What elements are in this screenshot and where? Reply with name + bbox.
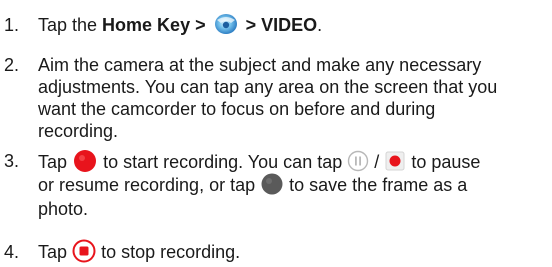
step-text: to stop recording.	[101, 242, 241, 262]
step-line: Tap the Home Key > > VIDEO.	[38, 14, 546, 36]
step-line: or resume recording, or tap to save the …	[38, 172, 546, 198]
step-number: 3.	[4, 151, 20, 171]
step-line: photo.	[38, 199, 89, 219]
step-text: Tap	[38, 151, 68, 172]
step-body: Tap to stop recording.	[38, 239, 546, 263]
step-number: 1.	[4, 15, 20, 35]
step-number: 2.	[4, 55, 20, 75]
step-body: Aim the camera at the subject and make a…	[38, 54, 546, 142]
step-text: Tap the	[38, 15, 103, 35]
step-body: Tap the Home Key > > VIDEO.	[38, 14, 546, 36]
step-body: Tap to start recording. You can tap / to…	[38, 150, 546, 222]
record-icon	[72, 148, 98, 174]
step-text: Tap	[38, 242, 68, 262]
stop-icon	[72, 239, 96, 263]
pause-icon	[347, 150, 369, 172]
snapshot-icon	[260, 172, 284, 196]
resume-icon	[384, 150, 406, 172]
step-line: want the camcorder to focus on before an…	[38, 99, 436, 119]
camera-app-icon	[211, 12, 241, 36]
step-text: or resume recording, or tap	[38, 175, 256, 195]
step-line: Tap to start recording. You can tap / to…	[38, 150, 546, 174]
step-text-end: .	[317, 15, 323, 35]
step-line: recording.	[38, 121, 119, 141]
step-number: 4.	[4, 242, 20, 262]
step-text: to start recording. You can tap	[103, 151, 343, 172]
video-label: > VIDEO	[245, 15, 318, 35]
home-key-label: Home Key >	[102, 15, 206, 35]
step-line: adjustments. You can tap any area on the…	[38, 77, 498, 97]
step-line: Tap to stop recording.	[38, 239, 546, 263]
step-text: to pause	[411, 151, 481, 172]
step-line: Aim the camera at the subject and make a…	[38, 55, 482, 75]
step-text: to save the frame as a	[289, 175, 468, 195]
step-text: /	[374, 151, 380, 172]
